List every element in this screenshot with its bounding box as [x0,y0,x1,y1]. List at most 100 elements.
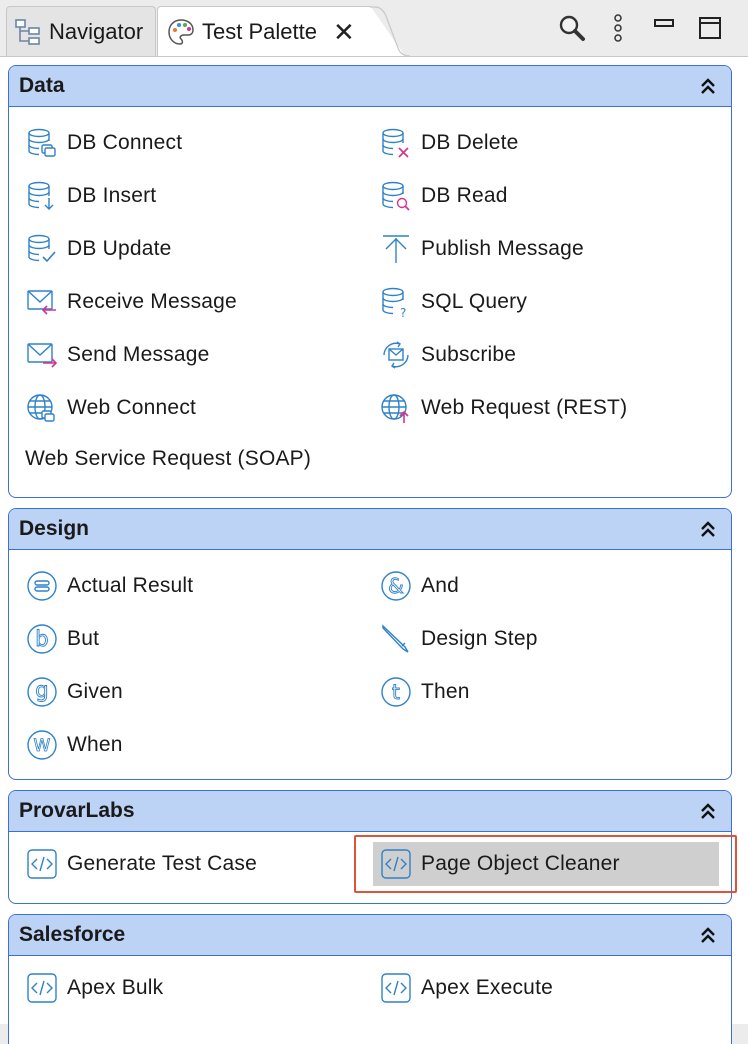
drawer-header-design[interactable]: Design [9,509,731,550]
palette-item-generate-test-case[interactable]: Generate Test Case [25,844,257,884]
item-label: Publish Message [421,237,584,260]
item-label: Receive Message [67,290,237,313]
drawer-header-salesforce[interactable]: Salesforce [9,915,731,956]
item-label: And [421,574,459,597]
then-icon: t [379,675,413,709]
tab-navigator[interactable]: Navigator [6,6,156,56]
view-menu-icon[interactable] [602,12,634,44]
palette-icon [166,17,196,47]
palette-item-actual-result[interactable]: Actual Result [25,566,193,606]
drawer-salesforce: Salesforce Apex Bulk Apex Execute [8,914,732,1044]
palette-item-apex-bulk[interactable]: Apex Bulk [25,968,163,1008]
db-connect-icon [25,126,59,160]
tab-test-palette-label: Test Palette [202,18,317,44]
item-label: Web Service Request (SOAP) [25,447,312,470]
palette-item-db-update[interactable]: DB Update [25,229,172,269]
send-message-icon [25,338,59,372]
sql-query-icon: ? [379,285,413,319]
view-tab-bar: Navigator Test Palette ✕ [0,0,748,57]
item-label: DB Delete [421,131,519,154]
db-read-icon [379,179,413,213]
palette-item-subscribe[interactable]: Subscribe [379,335,516,375]
item-label: Generate Test Case [67,852,257,875]
svg-text:?: ? [400,306,407,318]
search-icon[interactable] [556,12,588,44]
item-label: DB Insert [67,184,157,207]
and-icon: & [379,569,413,603]
highlight-annotation [354,835,737,893]
palette-item-db-read[interactable]: DB Read [379,176,508,216]
collapse-icon[interactable] [697,924,719,946]
item-label: DB Connect [67,131,183,154]
tab-navigator-label: Navigator [49,18,144,44]
web-connect-icon [25,391,59,425]
db-delete-icon [379,126,413,160]
close-icon[interactable]: ✕ [333,19,355,45]
item-label: DB Read [421,184,508,207]
item-label: Then [421,680,470,703]
palette-item-given[interactable]: g Given [25,672,123,712]
receive-message-icon [25,285,59,319]
svg-text:g: g [35,678,49,702]
svg-text:W: W [33,736,50,756]
minimize-icon[interactable] [648,12,680,44]
palette-item-then[interactable]: t Then [379,672,470,712]
navigator-tree-icon [13,17,43,47]
design-step-icon [379,622,413,656]
item-label: Subscribe [421,343,517,366]
palette-item-web-service-request-soap[interactable]: Web Service Request (SOAP) [25,439,311,479]
palette-item-design-step[interactable]: Design Step [379,619,538,659]
item-label: Web Request (REST) [421,396,628,419]
tab-test-palette[interactable]: Test Palette ✕ [157,6,405,56]
item-label: Apex Bulk [67,976,164,999]
code-icon [25,847,59,881]
actual-result-icon [25,569,59,603]
item-label: Given [67,680,123,703]
code-icon [379,971,413,1005]
palette-item-send-message[interactable]: Send Message [25,335,210,375]
palette-item-web-request-rest[interactable]: Web Request (REST) [379,388,627,428]
palette-item-publish-message[interactable]: Publish Message [379,229,584,269]
palette-item-db-insert[interactable]: DB Insert [25,176,156,216]
maximize-icon[interactable] [694,12,726,44]
db-update-icon [25,232,59,266]
item-label: Web Connect [67,396,197,419]
palette-item-but[interactable]: b But [25,619,99,659]
palette-item-web-connect[interactable]: Web Connect [25,388,196,428]
svg-text:&: & [388,574,404,598]
item-label: DB Update [67,237,172,260]
given-icon: g [25,675,59,709]
drawer-title: Data [19,74,65,97]
item-label: When [67,733,123,756]
palette-item-and[interactable]: & And [379,566,459,606]
drawer-data: Data DB Connect DB Delete DB Insert DB R… [8,65,732,498]
collapse-icon[interactable] [697,75,719,97]
palette-item-db-connect[interactable]: DB Connect [25,123,182,163]
drawer-header-provarlabs[interactable]: ProvarLabs [9,791,731,832]
item-label: Send Message [67,343,210,366]
item-label: Design Step [421,627,538,650]
web-request-icon [379,391,413,425]
db-insert-icon [25,179,59,213]
code-icon [25,971,59,1005]
svg-text:b: b [35,627,49,651]
when-icon: W [25,728,59,762]
palette-item-db-delete[interactable]: DB Delete [379,123,519,163]
palette-item-receive-message[interactable]: Receive Message [25,282,237,322]
collapse-icon[interactable] [697,518,719,540]
publish-icon [379,232,413,266]
item-label: Apex Execute [421,976,553,999]
drawer-title: ProvarLabs [19,799,135,822]
svg-text:t: t [392,680,400,704]
item-label: Actual Result [67,574,194,597]
item-label: But [67,627,100,650]
drawer-title: Design [19,517,90,540]
palette-item-sql-query[interactable]: ? SQL Query [379,282,527,322]
subscribe-icon [379,338,413,372]
drawer-design: Design Actual Result & And b But Design … [8,508,732,780]
palette-item-apex-execute[interactable]: Apex Execute [379,968,553,1008]
palette-item-when[interactable]: W When [25,725,123,765]
collapse-icon[interactable] [697,800,719,822]
drawer-header-data[interactable]: Data [9,66,731,107]
drawer-title: Salesforce [19,923,126,946]
